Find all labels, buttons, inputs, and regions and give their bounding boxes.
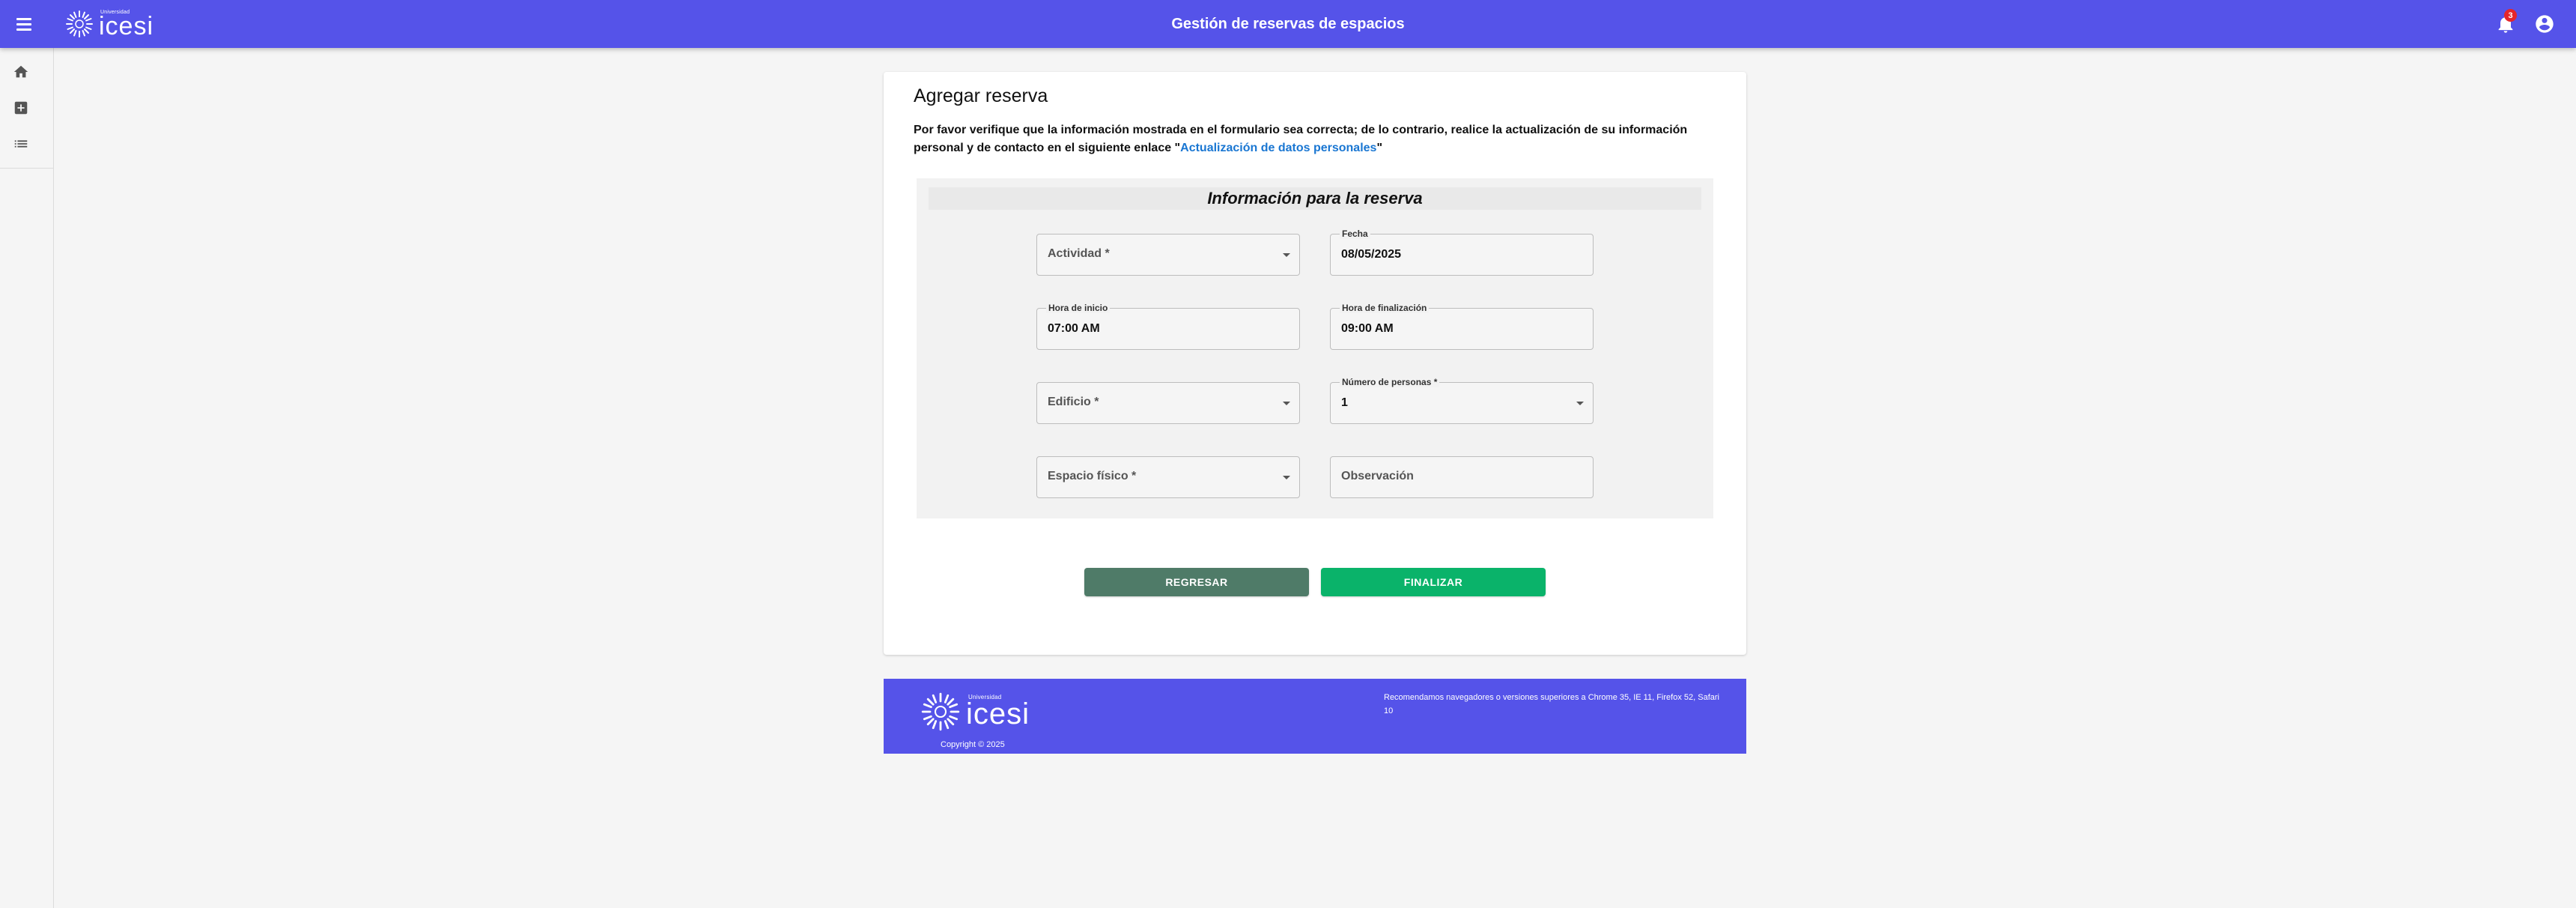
fecha-value: 08/05/2025 (1341, 248, 1402, 261)
section-title: Información para la reserva (929, 187, 1701, 210)
numero-personas-select[interactable]: Número de personas * 1 (1330, 377, 1594, 424)
edificio-select[interactable]: Edificio * (1036, 382, 1300, 424)
hora-inicio-value: 07:00 AM (1048, 322, 1100, 335)
sidebar-item-list[interactable] (0, 126, 42, 162)
list-icon (14, 140, 28, 148)
fecha-label: Fecha (1340, 228, 1370, 239)
actividad-select[interactable]: Actividad * (1036, 234, 1300, 276)
chevron-down-icon (1283, 402, 1290, 405)
add-box-icon (14, 101, 28, 115)
notice-end: " (1376, 142, 1383, 154)
footer-logo: Universidad icesi (920, 691, 1030, 733)
sun-logo-icon (921, 692, 960, 731)
reservation-form-section: Información para la reserva Actividad * … (917, 178, 1713, 518)
observacion-placeholder: Observación (1341, 470, 1414, 482)
hora-fin-label: Hora de finalización (1340, 303, 1430, 313)
hora-inicio-label: Hora de inicio (1046, 303, 1111, 313)
sidebar-item-add[interactable] (0, 90, 42, 126)
footer: Universidad icesi Copyright © 2025 Recom… (884, 679, 1746, 754)
footer-logo-big-text: icesi (966, 697, 1030, 730)
numero-personas-label: Número de personas * (1340, 377, 1440, 387)
sidebar (0, 48, 54, 908)
chevron-down-icon (1576, 402, 1584, 405)
copyright-text: Copyright © 2025 (941, 740, 1005, 749)
reservation-card: Agregar reserva Por favor verifique que … (884, 72, 1746, 655)
chevron-down-icon (1283, 476, 1290, 479)
fecha-field[interactable]: Fecha 08/05/2025 (1330, 228, 1594, 276)
top-app-bar: Universidad icesi Gestión de reservas de… (0, 0, 2576, 48)
edificio-placeholder: Edificio * (1048, 396, 1099, 408)
hora-inicio-field[interactable]: Hora de inicio 07:00 AM (1036, 303, 1300, 350)
hora-fin-value: 09:00 AM (1341, 322, 1394, 335)
observacion-field[interactable]: Observación (1330, 456, 1594, 498)
sidebar-divider (0, 168, 54, 169)
personal-data-link[interactable]: Actualización de datos personales (1180, 142, 1376, 154)
notification-badge: 3 (2504, 9, 2517, 22)
numero-personas-value: 1 (1341, 396, 1348, 409)
app-title: Gestión de reservas de espacios (1171, 15, 1405, 32)
home-icon (13, 65, 28, 78)
browser-recommendation: Recomendamos navegadores o versiones sup… (1384, 693, 1719, 715)
chevron-down-icon (1283, 253, 1290, 257)
account-circle-icon[interactable] (2534, 13, 2555, 34)
sidebar-item-home[interactable] (0, 54, 42, 90)
espacio-fisico-select[interactable]: Espacio físico * (1036, 456, 1300, 498)
back-button[interactable]: REGRESAR (1084, 568, 1309, 596)
espacio-fisico-placeholder: Espacio físico * (1048, 470, 1137, 482)
page-title: Agregar reserva (914, 85, 1048, 106)
hora-fin-field[interactable]: Hora de finalización 09:00 AM (1330, 303, 1594, 350)
actividad-placeholder: Actividad * (1048, 247, 1110, 260)
finish-button[interactable]: FINALIZAR (1321, 568, 1546, 596)
notice-text: Por favor verifique que la información m… (914, 121, 1722, 157)
footer-wordmark: Universidad icesi (966, 694, 1030, 730)
